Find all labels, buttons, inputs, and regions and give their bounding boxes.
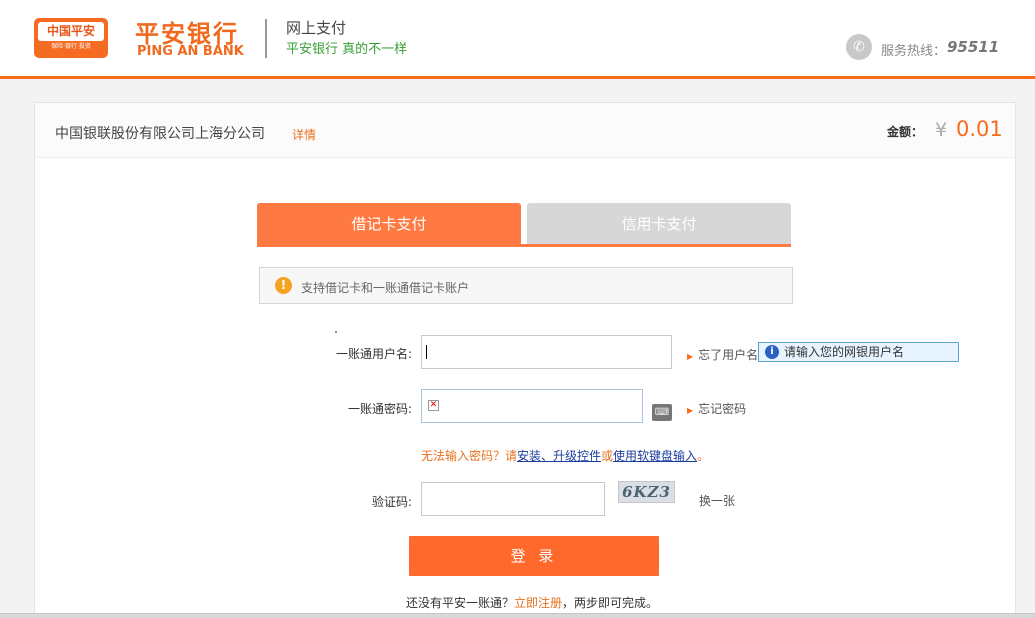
payment-panel: 中国银联股份有限公司上海分公司 详情 金额： ¥ 0.01 借记卡支付 信用卡支… bbox=[34, 102, 1016, 618]
stray-dot bbox=[335, 331, 337, 333]
install-control-link[interactable]: 安装、升级控件 bbox=[517, 449, 601, 463]
captcha-image[interactable]: 6KZ3 bbox=[618, 481, 675, 503]
arrow-right-icon: ▶ bbox=[687, 352, 694, 361]
forgot-username-label: 忘了用户名 bbox=[698, 348, 759, 362]
merchant-name: 中国银联股份有限公司上海分公司 bbox=[55, 126, 265, 142]
captcha-input[interactable] bbox=[421, 482, 605, 516]
amount-value: 0.01 bbox=[956, 117, 1003, 141]
username-label: 一账通用户名: bbox=[335, 347, 412, 361]
notice-box: ! 支持借记卡和一账通借记卡账户 bbox=[259, 267, 793, 304]
captcha-label: 验证码: bbox=[371, 495, 412, 509]
keyboard-icon[interactable]: ⌨ bbox=[652, 404, 672, 421]
password-warning: 无法输入密码？请安装、升级控件或使用软键盘输入。 bbox=[421, 447, 709, 464]
pingan-group-logo: 中国平安 保险·银行·投资 bbox=[34, 18, 108, 58]
arrow-right-icon: ▶ bbox=[687, 406, 694, 415]
warning-prefix: 无法输入密码？请 bbox=[421, 449, 518, 463]
forgot-password-link[interactable]: ▶ 忘记密码 bbox=[687, 400, 746, 417]
username-tooltip: i 请输入您的网银用户名 bbox=[758, 342, 959, 362]
forgot-username-link[interactable]: ▶ 忘了用户名 bbox=[687, 346, 758, 363]
tab-credit-card[interactable]: 信用卡支付 bbox=[527, 203, 791, 246]
logo-badge-text: 中国平安 bbox=[38, 22, 104, 41]
password-label: 一账通密码: bbox=[347, 402, 412, 416]
password-input[interactable]: ✕ bbox=[421, 389, 643, 423]
warning-icon: ! bbox=[275, 277, 292, 294]
tab-underline bbox=[257, 244, 791, 247]
register-suffix: ，两步即可完成。 bbox=[562, 596, 659, 610]
captcha-refresh-link[interactable]: 换一张 bbox=[699, 492, 735, 509]
currency-symbol: ¥ bbox=[935, 119, 948, 141]
bank-name-en: PING AN BANK bbox=[137, 44, 244, 59]
info-icon: i bbox=[765, 345, 779, 359]
hotline-label: 服务热线： bbox=[881, 44, 947, 59]
broken-plugin-icon: ✕ bbox=[428, 400, 439, 411]
register-line: 还没有平安一账通？立即注册，两步即可完成。 bbox=[406, 594, 658, 611]
username-input[interactable] bbox=[421, 335, 672, 369]
header: 中国平安 保险·银行·投资 平安银行 PING AN BANK 网上支付 平安银… bbox=[0, 0, 1035, 79]
text-caret bbox=[426, 345, 427, 359]
register-prefix: 还没有平安一账通？ bbox=[406, 596, 515, 610]
merchant-detail-link[interactable]: 详情 bbox=[292, 126, 316, 143]
logo-badge-tagline: 保险·银行·投资 bbox=[51, 43, 91, 50]
merchant-bar: 中国银联股份有限公司上海分公司 详情 金额： ¥ 0.01 bbox=[35, 103, 1015, 158]
forgot-password-label: 忘记密码 bbox=[698, 402, 747, 416]
notice-text: 支持借记卡和一账通借记卡账户 bbox=[301, 281, 470, 295]
register-link[interactable]: 立即注册 bbox=[514, 596, 562, 610]
window-bottom-bar bbox=[0, 613, 1035, 618]
phone-icon: ✆ bbox=[846, 34, 872, 60]
warning-suffix: 。 bbox=[697, 449, 710, 463]
page-subtitle: 平安银行 真的不一样 bbox=[286, 42, 408, 57]
page-title: 网上支付 bbox=[286, 19, 347, 37]
tab-debit-card[interactable]: 借记卡支付 bbox=[257, 203, 521, 246]
tooltip-text: 请输入您的网银用户名 bbox=[784, 345, 905, 359]
hotline-number: 95511 bbox=[947, 38, 1000, 56]
soft-keyboard-link[interactable]: 使用软键盘输入 bbox=[613, 449, 697, 463]
warning-or: 或 bbox=[601, 449, 614, 463]
login-button[interactable]: 登 录 bbox=[409, 536, 659, 576]
amount-label: 金额： bbox=[887, 125, 924, 139]
header-divider bbox=[265, 19, 267, 58]
